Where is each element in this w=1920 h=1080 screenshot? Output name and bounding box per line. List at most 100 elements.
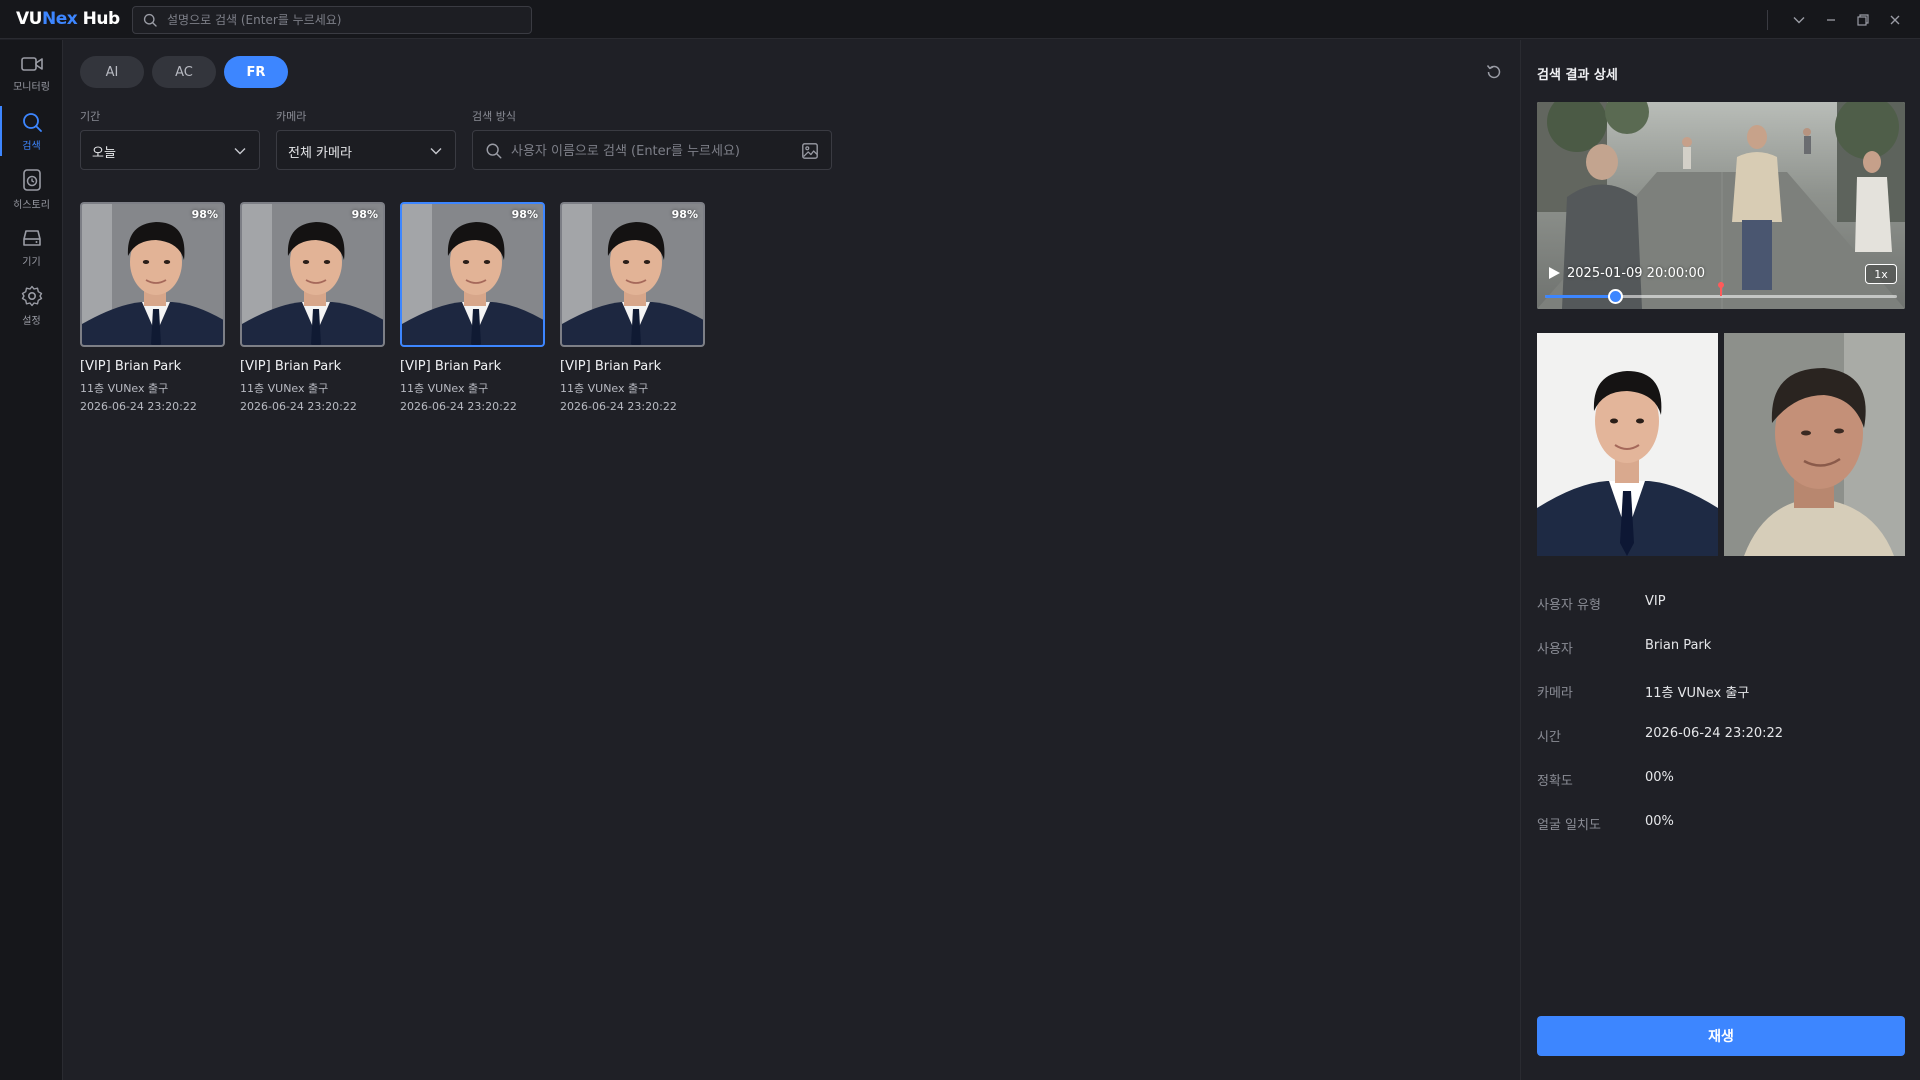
nav-item-monitoring[interactable]: 모니터링	[0, 44, 63, 102]
detail-key: 시간	[1537, 730, 1561, 745]
detail-value: 2026-06-24 23:20:22	[1645, 726, 1784, 741]
detail-value: Brian Park	[1645, 638, 1712, 653]
app-logo: VUNex Hub	[16, 9, 120, 29]
chevron-down-icon	[234, 148, 246, 155]
result-camera: 11층 VUNex 출구	[400, 382, 489, 395]
nav-item-settings[interactable]: 설정	[0, 276, 63, 334]
user-search-field[interactable]	[472, 130, 832, 170]
match-score: 98%	[191, 208, 218, 221]
nav-label-settings: 설정	[22, 315, 41, 327]
captured-face-photo	[1724, 333, 1905, 556]
top-search-input[interactable]	[167, 10, 517, 30]
result-time: 2026-06-24 23:20:22	[80, 400, 197, 413]
user-search-input[interactable]	[511, 141, 791, 161]
result-time: 2026-06-24 23:20:22	[400, 400, 517, 413]
detail-value: 11층 VUNex 출구	[1645, 686, 1750, 701]
detail-value: 00%	[1645, 814, 1674, 829]
registered-face-image	[1537, 333, 1718, 556]
tab-fr[interactable]: FR	[224, 56, 288, 88]
detail-title: 검색 결과 상세	[1537, 68, 1618, 83]
event-marker-icon[interactable]	[1718, 282, 1724, 296]
detail-key: 사용자	[1537, 642, 1573, 657]
collapse-button[interactable]	[1788, 9, 1810, 31]
device-icon	[22, 229, 41, 246]
left-nav-rail: 모니터링 검색 히스토리 기기 설정	[0, 40, 63, 1080]
result-card[interactable]: 98% [VIP] Brian Park 11층 VUNex 출구 2026-06-2…	[80, 202, 225, 413]
period-value: 오늘	[92, 146, 116, 161]
result-face-image	[402, 204, 543, 345]
close-button[interactable]	[1884, 9, 1906, 31]
result-card[interactable]: 98% [VIP] Brian Park 11층 VUNex 출구 2026-06-2…	[400, 202, 545, 413]
result-face-image	[82, 204, 223, 345]
camera-label: 카메라	[276, 110, 307, 123]
camera-select[interactable]: 전체 카메라	[276, 130, 456, 170]
play-button[interactable]: 재생	[1537, 1016, 1905, 1056]
result-thumbnail[interactable]: 98%	[240, 202, 385, 347]
result-face-image	[242, 204, 383, 345]
video-timestamp: 2025-01-09 20:00:00	[1567, 266, 1706, 281]
result-name: [VIP] Brian Park	[400, 359, 502, 374]
chevron-down-icon	[1793, 17, 1805, 24]
history-icon	[22, 168, 41, 191]
camera-value: 전체 카메라	[288, 146, 352, 161]
tab-ai[interactable]: AI	[80, 56, 144, 88]
gear-icon	[21, 285, 42, 306]
top-search-bar[interactable]	[132, 6, 532, 34]
result-camera: 11층 VUNex 출구	[80, 382, 169, 395]
detail-row: 얼굴 일치도 00%	[1537, 814, 1905, 834]
detail-value: 00%	[1645, 770, 1674, 785]
nav-item-search[interactable]: 검색	[0, 102, 63, 160]
image-search-icon[interactable]	[801, 142, 819, 160]
nav-item-history[interactable]: 히스토리	[0, 160, 63, 218]
tab-ac[interactable]: AC	[152, 56, 216, 88]
detail-value: VIP	[1645, 594, 1666, 609]
nav-label-history: 히스토리	[13, 199, 50, 211]
detail-row: 정확도 00%	[1537, 770, 1905, 790]
period-label: 기간	[80, 110, 101, 123]
result-name: [VIP] Brian Park	[560, 359, 662, 374]
nav-item-devices[interactable]: 기기	[0, 218, 63, 276]
detail-key: 사용자 유형	[1537, 598, 1601, 613]
result-face-image	[562, 204, 703, 345]
minimize-button[interactable]	[1820, 9, 1842, 31]
window-controls-divider	[1767, 10, 1768, 30]
result-card[interactable]: 98% [VIP] Brian Park 11층 VUNex 출구 2026-06-2…	[240, 202, 385, 413]
video-player[interactable]: 2025-01-09 20:00:00 1x	[1537, 102, 1905, 309]
nav-label-devices: 기기	[22, 256, 41, 268]
video-camera-icon	[20, 56, 43, 71]
captured-face-image	[1724, 333, 1905, 556]
search-icon	[143, 13, 157, 27]
search-icon	[486, 143, 502, 159]
title-bar: VUNex Hub	[0, 0, 1920, 39]
match-score: 98%	[511, 208, 538, 221]
result-thumbnail[interactable]: 98%	[80, 202, 225, 347]
result-name: [VIP] Brian Park	[80, 359, 182, 374]
detail-panel: 검색 결과 상세 2025-01-09 20:00:00 1x 사용자 유형 V…	[1520, 40, 1920, 1080]
registered-face-photo	[1537, 333, 1718, 556]
restore-button[interactable]	[1852, 9, 1874, 31]
search-icon	[22, 112, 42, 132]
chevron-down-icon	[430, 148, 442, 155]
result-camera: 11층 VUNex 출구	[560, 382, 649, 395]
result-camera: 11층 VUNex 출구	[240, 382, 329, 395]
match-score: 98%	[671, 208, 698, 221]
play-icon[interactable]	[1547, 266, 1561, 280]
result-time: 2026-06-24 23:20:22	[560, 400, 677, 413]
detail-row: 시간 2026-06-24 23:20:22	[1537, 726, 1905, 746]
result-card[interactable]: 98% [VIP] Brian Park 11층 VUNex 출구 2026-06-2…	[560, 202, 705, 413]
search-main-area: AI AC FR 기간 오늘 카메라 전체 카메라 검색 방식 98% [VIP]…	[64, 40, 1519, 1080]
result-time: 2026-06-24 23:20:22	[240, 400, 357, 413]
restore-icon	[1857, 14, 1869, 26]
detail-row: 사용자 유형 VIP	[1537, 594, 1905, 614]
video-progress-fill	[1545, 295, 1616, 298]
nav-label-monitoring: 모니터링	[13, 81, 50, 93]
minimize-icon	[1827, 19, 1835, 21]
refresh-icon[interactable]	[1484, 62, 1504, 82]
period-select[interactable]: 오늘	[80, 130, 260, 170]
playback-speed-button[interactable]: 1x	[1865, 264, 1897, 284]
detail-key: 얼굴 일치도	[1537, 818, 1601, 833]
result-thumbnail[interactable]: 98%	[560, 202, 705, 347]
detail-key: 카메라	[1537, 686, 1573, 701]
result-thumbnail[interactable]: 98%	[400, 202, 545, 347]
match-score: 98%	[351, 208, 378, 221]
